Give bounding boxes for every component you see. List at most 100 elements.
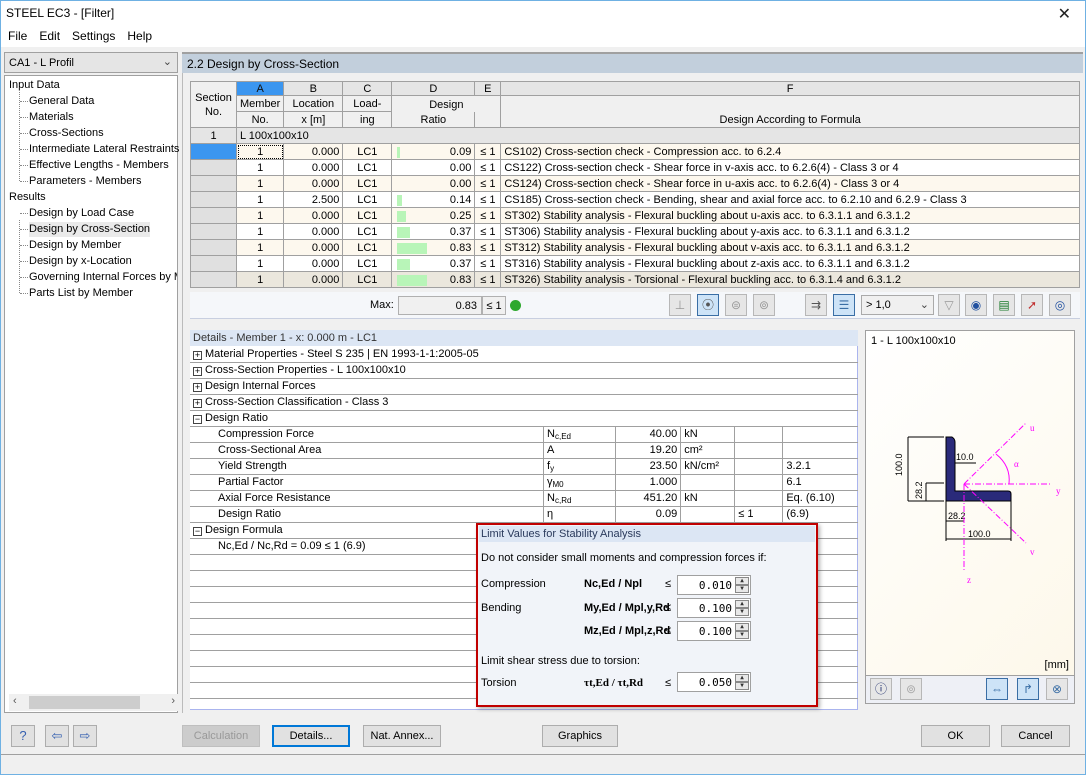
compression-limit-input[interactable]: 0.010 ▲ ▼: [677, 575, 751, 595]
formula-cell[interactable]: CS102) Cross-section check - Compression…: [500, 143, 1080, 160]
col-letter-a[interactable]: A: [235, 81, 285, 96]
formula-cell[interactable]: CS122) Cross-section check - Shear force…: [500, 159, 1080, 176]
export-selection-icon[interactable]: ⇉: [805, 294, 827, 316]
formula-cell[interactable]: ST302) Stability analysis - Flexural buc…: [500, 207, 1080, 224]
row-header[interactable]: [190, 191, 237, 208]
ratio-cell[interactable]: 0.37: [391, 255, 476, 272]
bending-y-limit-input[interactable]: 0.100 ▲ ▼: [677, 598, 751, 618]
col-letter-c[interactable]: C: [342, 81, 393, 96]
location-cell[interactable]: 0.000: [283, 207, 344, 224]
formula-cell[interactable]: CS124) Cross-section check - Shear force…: [500, 175, 1080, 192]
formula-cell[interactable]: ST316) Stability analysis - Flexural buc…: [500, 255, 1080, 272]
ratio-cell[interactable]: 0.25: [391, 207, 476, 224]
expand-icon[interactable]: +: [193, 350, 202, 360]
next-window-icon[interactable]: ⇨: [73, 725, 97, 747]
calculation-button[interactable]: Calculation: [182, 725, 260, 747]
scroll-left-icon[interactable]: ‹: [13, 695, 17, 707]
cancel-button[interactable]: Cancel: [1001, 725, 1070, 747]
view-deform-icon[interactable]: ⊚: [753, 294, 775, 316]
zoom-reset-icon[interactable]: ⊗: [1046, 678, 1068, 700]
spin-up-icon[interactable]: ▲: [735, 600, 749, 608]
ratio-cell[interactable]: 0.00: [391, 175, 476, 192]
details-group-row[interactable]: + Material Properties - Steel S 235 | EN …: [190, 346, 858, 363]
loading-cell[interactable]: LC1: [342, 175, 393, 192]
tree-item-effective-lengths[interactable]: Effective Lengths - Members: [29, 158, 169, 173]
location-cell[interactable]: 0.000: [283, 159, 344, 176]
tree-item-cross-sections[interactable]: Cross-Sections: [29, 126, 104, 141]
details-group-row[interactable]: + Cross-Section Properties - L 100x100x10: [190, 362, 858, 379]
tree-group-results[interactable]: Results: [9, 190, 46, 205]
location-cell[interactable]: 0.000: [283, 255, 344, 272]
location-cell[interactable]: 0.000: [283, 239, 344, 256]
deform-icon[interactable]: ⊚: [900, 678, 922, 700]
member-cell[interactable]: 1: [235, 223, 285, 240]
location-cell[interactable]: 0.000: [283, 223, 344, 240]
info-icon[interactable]: ⓘ: [870, 678, 892, 700]
row-header[interactable]: [190, 159, 237, 176]
tree-item-design-by-member[interactable]: Design by Member: [29, 238, 121, 253]
view-ratio-icon[interactable]: ⦿: [697, 294, 719, 316]
close-icon[interactable]: ✕: [1058, 4, 1071, 24]
formula-cell[interactable]: ST306) Stability analysis - Flexural buc…: [500, 223, 1080, 240]
section-row[interactable]: 1 L 100x100x10: [190, 127, 1080, 144]
tree-item-general-data[interactable]: General Data: [29, 94, 94, 109]
spin-up-icon[interactable]: ▲: [735, 674, 749, 682]
select-pointer-icon[interactable]: ➚: [1021, 294, 1043, 316]
loading-cell[interactable]: LC1: [342, 255, 393, 272]
row-header[interactable]: [190, 175, 237, 192]
tree-item-parameters[interactable]: Parameters - Members: [29, 174, 141, 189]
location-cell[interactable]: 0.000: [283, 175, 344, 192]
ratio-cell[interactable]: 0.83: [391, 271, 476, 288]
row-header[interactable]: [190, 239, 237, 256]
loading-cell[interactable]: LC1: [342, 239, 393, 256]
details-group-row[interactable]: + Design Internal Forces: [190, 378, 858, 395]
member-cell[interactable]: 1: [235, 271, 285, 288]
col-letter-f[interactable]: F: [500, 81, 1080, 96]
spin-up-icon[interactable]: ▲: [735, 623, 749, 631]
table-row[interactable]: 1 0.000 LC1 0.25 ≤ 1 ST302) Stability analysi…: [190, 207, 1080, 224]
location-cell[interactable]: 0.000: [283, 271, 344, 288]
details-group-row[interactable]: − Design Ratio: [190, 410, 858, 427]
tree-horizontal-scrollbar[interactable]: ‹ ›: [9, 694, 181, 711]
graphics-button[interactable]: Graphics: [542, 725, 618, 747]
torsion-limit-input[interactable]: 0.050 ▲ ▼: [677, 672, 751, 692]
formula-cell[interactable]: ST326) Stability analysis - Torsional - …: [500, 271, 1080, 288]
previous-window-icon[interactable]: ⇦: [45, 725, 69, 747]
loading-cell[interactable]: LC1: [342, 207, 393, 224]
view-member-icon[interactable]: ⊜: [725, 294, 747, 316]
table-row[interactable]: 1 0.000 LC1 0.00 ≤ 1 CS124) Cross-section che…: [190, 175, 1080, 192]
spin-down-icon[interactable]: ▼: [735, 608, 749, 616]
filter-icon[interactable]: ▽: [938, 294, 960, 316]
tree-item-design-by-x-location[interactable]: Design by x-Location: [29, 254, 132, 269]
row-header[interactable]: [190, 223, 237, 240]
nat-annex-button[interactable]: Nat. Annex...: [363, 725, 441, 747]
ratio-cell[interactable]: 0.83: [391, 239, 476, 256]
details-group-row[interactable]: + Cross-Section Classification - Class 3: [190, 394, 858, 411]
ratio-cell[interactable]: 0.00: [391, 159, 476, 176]
tree-item-materials[interactable]: Materials: [29, 110, 74, 125]
scroll-thumb[interactable]: [29, 696, 140, 709]
tree-item-lateral-restraints[interactable]: Intermediate Lateral Restraints: [29, 142, 179, 157]
case-combo[interactable]: CA1 - L Profil ⌄: [4, 52, 178, 73]
loading-cell[interactable]: LC1: [342, 159, 393, 176]
tree-group-input-data[interactable]: Input Data: [9, 78, 60, 93]
formula-cell[interactable]: ST312) Stability analysis - Flexural buc…: [500, 239, 1080, 256]
color-scale-icon[interactable]: ◉: [965, 294, 987, 316]
ratio-bars-icon[interactable]: ☰: [833, 294, 855, 316]
menu-edit[interactable]: Edit: [32, 26, 65, 43]
member-cell[interactable]: 1: [235, 191, 285, 208]
loading-cell[interactable]: LC1: [342, 271, 393, 288]
dimension-icon[interactable]: ⇔: [986, 678, 1008, 700]
tree-item-governing-forces[interactable]: Governing Internal Forces by Member: [29, 270, 177, 285]
table-row[interactable]: 1 0.000 LC1 0.09 ≤ 1 CS102) Cross-section che…: [190, 143, 1080, 160]
table-row[interactable]: 1 2.500 LC1 0.14 ≤ 1 CS185) Cross-section che…: [190, 191, 1080, 208]
help-icon[interactable]: ?: [11, 725, 35, 747]
row-header[interactable]: [190, 271, 237, 288]
formula-cell[interactable]: CS185) Cross-section check - Bending, sh…: [500, 191, 1080, 208]
loading-cell[interactable]: LC1: [342, 191, 393, 208]
location-cell[interactable]: 0.000: [283, 143, 344, 160]
spin-down-icon[interactable]: ▼: [735, 631, 749, 639]
loading-cell[interactable]: LC1: [342, 223, 393, 240]
ratio-cell[interactable]: 0.37: [391, 223, 476, 240]
menu-help[interactable]: Help: [120, 26, 157, 43]
